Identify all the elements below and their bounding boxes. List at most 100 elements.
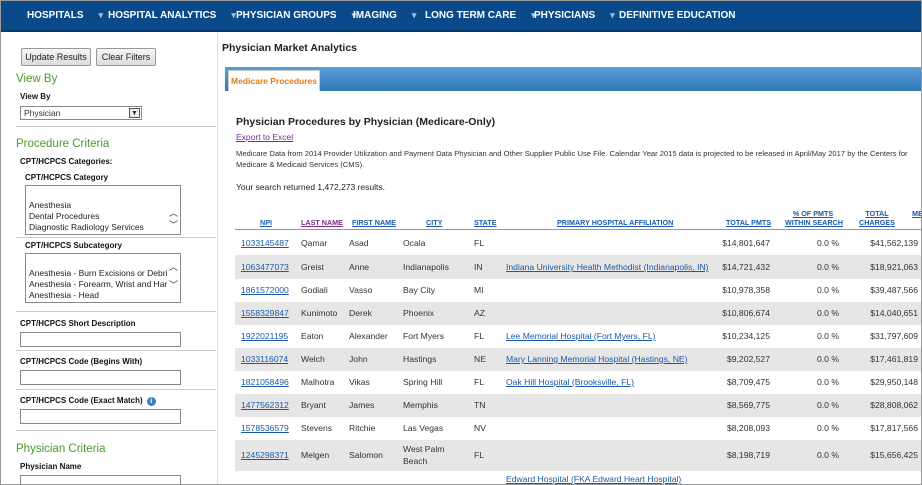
npi-link[interactable]: 1033145487 bbox=[241, 238, 289, 248]
page-title: Physician Market Analytics bbox=[222, 42, 358, 54]
header-line: WITHIN SEARCH bbox=[785, 218, 843, 227]
pct-pmts-cell: 0.0 % bbox=[817, 450, 839, 460]
list-option[interactable]: Diagnostic Radiology Services bbox=[26, 222, 167, 233]
view-by-select[interactable]: Physician ▼ bbox=[20, 106, 142, 120]
list-option[interactable]: Anesthesia - Forearm, Wrist and Hand bbox=[26, 279, 167, 290]
tab-medicare-procedures[interactable]: Medicare Procedures bbox=[228, 70, 320, 91]
npi-link[interactable]: 1477562312 bbox=[241, 400, 289, 410]
column-header-total-pmts[interactable]: TOTAL PMTS bbox=[726, 218, 771, 227]
hospital-link[interactable]: Mary Lanning Memorial Hospital (Hastings… bbox=[506, 354, 688, 364]
header-line: % OF PMTS bbox=[792, 209, 834, 218]
nav-item-definitive-education[interactable]: DEFINITIVE EDUCATION bbox=[619, 10, 735, 21]
clear-filters-button[interactable]: Clear Filters bbox=[96, 48, 156, 66]
column-header-first-name[interactable]: FIRST NAME bbox=[352, 218, 396, 227]
first-name-cell: Ritchie bbox=[349, 423, 376, 433]
city-cell: Phoenix bbox=[403, 308, 435, 318]
scroll-up-icon[interactable]: ︿ bbox=[169, 260, 178, 273]
top-navigation-bar: HOSPITALS ▾ HOSPITAL ANALYTICS ▾ PHYSICIAN… bbox=[1, 1, 921, 32]
list-option[interactable]: Dental Procedures bbox=[26, 211, 167, 222]
listbox-scrollbar[interactable]: ︿ ﹀ bbox=[167, 254, 180, 302]
column-header-primary-hospital[interactable]: PRIMARY HOSPITAL AFFILIATION bbox=[557, 218, 673, 227]
hospital-link[interactable]: Indiana University Health Methodist (Ind… bbox=[506, 262, 709, 272]
cpt-category-listbox[interactable]: Anesthesia Dental Procedures Diagnostic … bbox=[25, 185, 181, 235]
code-exact-match-label: CPT/HCPCS Code (Exact Match) i bbox=[20, 396, 156, 406]
npi-link[interactable]: 1033116074 bbox=[241, 354, 288, 364]
city-cell: Las Vegas bbox=[403, 423, 444, 433]
city-cell: Hastings bbox=[403, 354, 437, 364]
nav-item-hospitals[interactable]: HOSPITALS ▾ bbox=[27, 10, 103, 21]
nav-item-imaging[interactable]: IMAGING ▾ bbox=[353, 10, 416, 21]
total-charges-cell: $18,921,063 bbox=[870, 262, 918, 272]
npi-link[interactable]: 1861572000 bbox=[241, 285, 289, 295]
export-to-excel-link[interactable]: Export to Excel bbox=[236, 132, 293, 142]
nav-item-physicians[interactable]: PHYSICIANS ▾ bbox=[534, 10, 615, 21]
column-header-state[interactable]: STATE bbox=[474, 218, 497, 227]
npi-link[interactable]: 1245298371 bbox=[241, 450, 289, 460]
physician-name-label: Physician Name bbox=[20, 462, 82, 471]
nav-label: HOSPITALS bbox=[27, 10, 84, 21]
cpt-subcategory-listbox[interactable]: Anesthesia - Burn Excisions or Debrideme… bbox=[25, 253, 181, 303]
data-source-description: Medicare Data from 2014 Provider Utiliza… bbox=[236, 149, 908, 169]
nav-item-long-term-care[interactable]: LONG TERM CARE ▾ bbox=[425, 10, 536, 21]
state-cell: MI bbox=[474, 285, 484, 295]
cpt-category-label: CPT/HCPCS Category bbox=[25, 173, 109, 182]
listbox-scrollbar[interactable]: ︿ ﹀ bbox=[167, 186, 180, 234]
state-cell: FL bbox=[474, 238, 485, 248]
code-exact-match-input[interactable] bbox=[20, 409, 181, 424]
hospital-link[interactable]: Lee Memorial Hospital (Fort Myers, FL) bbox=[506, 331, 655, 341]
nav-item-physician-groups[interactable]: PHYSICIAN GROUPS ▾ bbox=[236, 10, 356, 21]
header-line: TOTAL bbox=[865, 209, 889, 218]
total-pmts-cell: $10,806,674 bbox=[722, 308, 770, 318]
total-charges-cell: $15,656,425 bbox=[870, 450, 918, 460]
code-exact-match-text: CPT/HCPCS Code (Exact Match) bbox=[20, 396, 143, 405]
nav-item-hospital-analytics[interactable]: HOSPITAL ANALYTICS ▾ bbox=[108, 10, 236, 21]
divider bbox=[16, 237, 216, 238]
pct-pmts-cell: 0.0 % bbox=[817, 423, 839, 433]
info-icon[interactable]: i bbox=[146, 397, 156, 406]
list-option[interactable]: Anesthesia bbox=[26, 200, 167, 211]
npi-link[interactable]: 1063477073 bbox=[241, 262, 289, 272]
total-charges-cell: $41,562,139 bbox=[870, 238, 918, 248]
cpt-subcategory-label: CPT/HCPCS Subcategory bbox=[25, 241, 122, 250]
list-option[interactable]: Anesthesia - Burn Excisions or Debrideme… bbox=[26, 268, 167, 279]
column-header-last-name[interactable]: LAST NAME bbox=[301, 218, 343, 227]
column-header-pct-pmts[interactable]: % OF PMTS WITHIN SEARCH bbox=[785, 209, 843, 227]
divider bbox=[16, 311, 216, 312]
physician-name-input[interactable] bbox=[20, 475, 181, 484]
hospital-link[interactable]: Oak Hill Hospital (Brooksville, FL) bbox=[506, 377, 634, 387]
state-cell: AZ bbox=[474, 308, 485, 318]
results-count: Your search returned 1,472,273 results. bbox=[236, 182, 386, 192]
column-header-city[interactable]: CITY bbox=[426, 218, 442, 227]
scroll-down-icon[interactable]: ﹀ bbox=[169, 278, 178, 291]
nav-label: HOSPITAL ANALYTICS bbox=[108, 10, 217, 21]
short-description-input[interactable] bbox=[20, 332, 181, 347]
view-by-label: View By bbox=[20, 92, 51, 101]
state-cell: NE bbox=[474, 354, 486, 364]
state-cell: IN bbox=[474, 262, 483, 272]
total-charges-cell: $14,040,651 bbox=[870, 308, 918, 318]
column-header-total-charges[interactable]: TOTAL CHARGES bbox=[858, 209, 896, 227]
update-results-button[interactable]: Update Results bbox=[21, 48, 91, 66]
total-charges-cell: $29,950,148 bbox=[870, 377, 918, 387]
table-row: 1558329847 Kunimoto Derek Phoenix AZ $10… bbox=[235, 302, 921, 325]
npi-link[interactable]: 1922021195 bbox=[241, 331, 288, 341]
last-name-cell: Malhotra bbox=[301, 377, 335, 387]
divider bbox=[16, 126, 216, 127]
last-name-cell: Eaton bbox=[301, 331, 324, 341]
first-name-cell: John bbox=[349, 354, 368, 364]
list-option[interactable]: Anesthesia - Head bbox=[26, 290, 167, 301]
first-name-cell: Vikas bbox=[349, 377, 370, 387]
code-begins-with-input[interactable] bbox=[20, 370, 181, 385]
physician-criteria-heading: Physician Criteria bbox=[16, 443, 106, 455]
npi-link[interactable]: 1558329847 bbox=[241, 308, 289, 318]
code-begins-with-label: CPT/HCPCS Code (Begins With) bbox=[20, 357, 143, 366]
scroll-down-icon[interactable]: ﹀ bbox=[169, 218, 178, 231]
state-cell: FL bbox=[474, 331, 485, 341]
column-header-more[interactable]: ME bbox=[912, 209, 921, 218]
npi-link[interactable]: 1821058496 bbox=[241, 377, 289, 387]
hospital-link[interactable]: Edward Hospital (FKA Edward Heart Hospit… bbox=[506, 474, 681, 484]
total-pmts-cell: $8,569,775 bbox=[726, 400, 770, 410]
npi-link[interactable]: 1578536579 bbox=[241, 423, 289, 433]
column-header-npi[interactable]: NPI bbox=[260, 218, 272, 227]
view-by-selected-value: Physician bbox=[24, 108, 61, 118]
